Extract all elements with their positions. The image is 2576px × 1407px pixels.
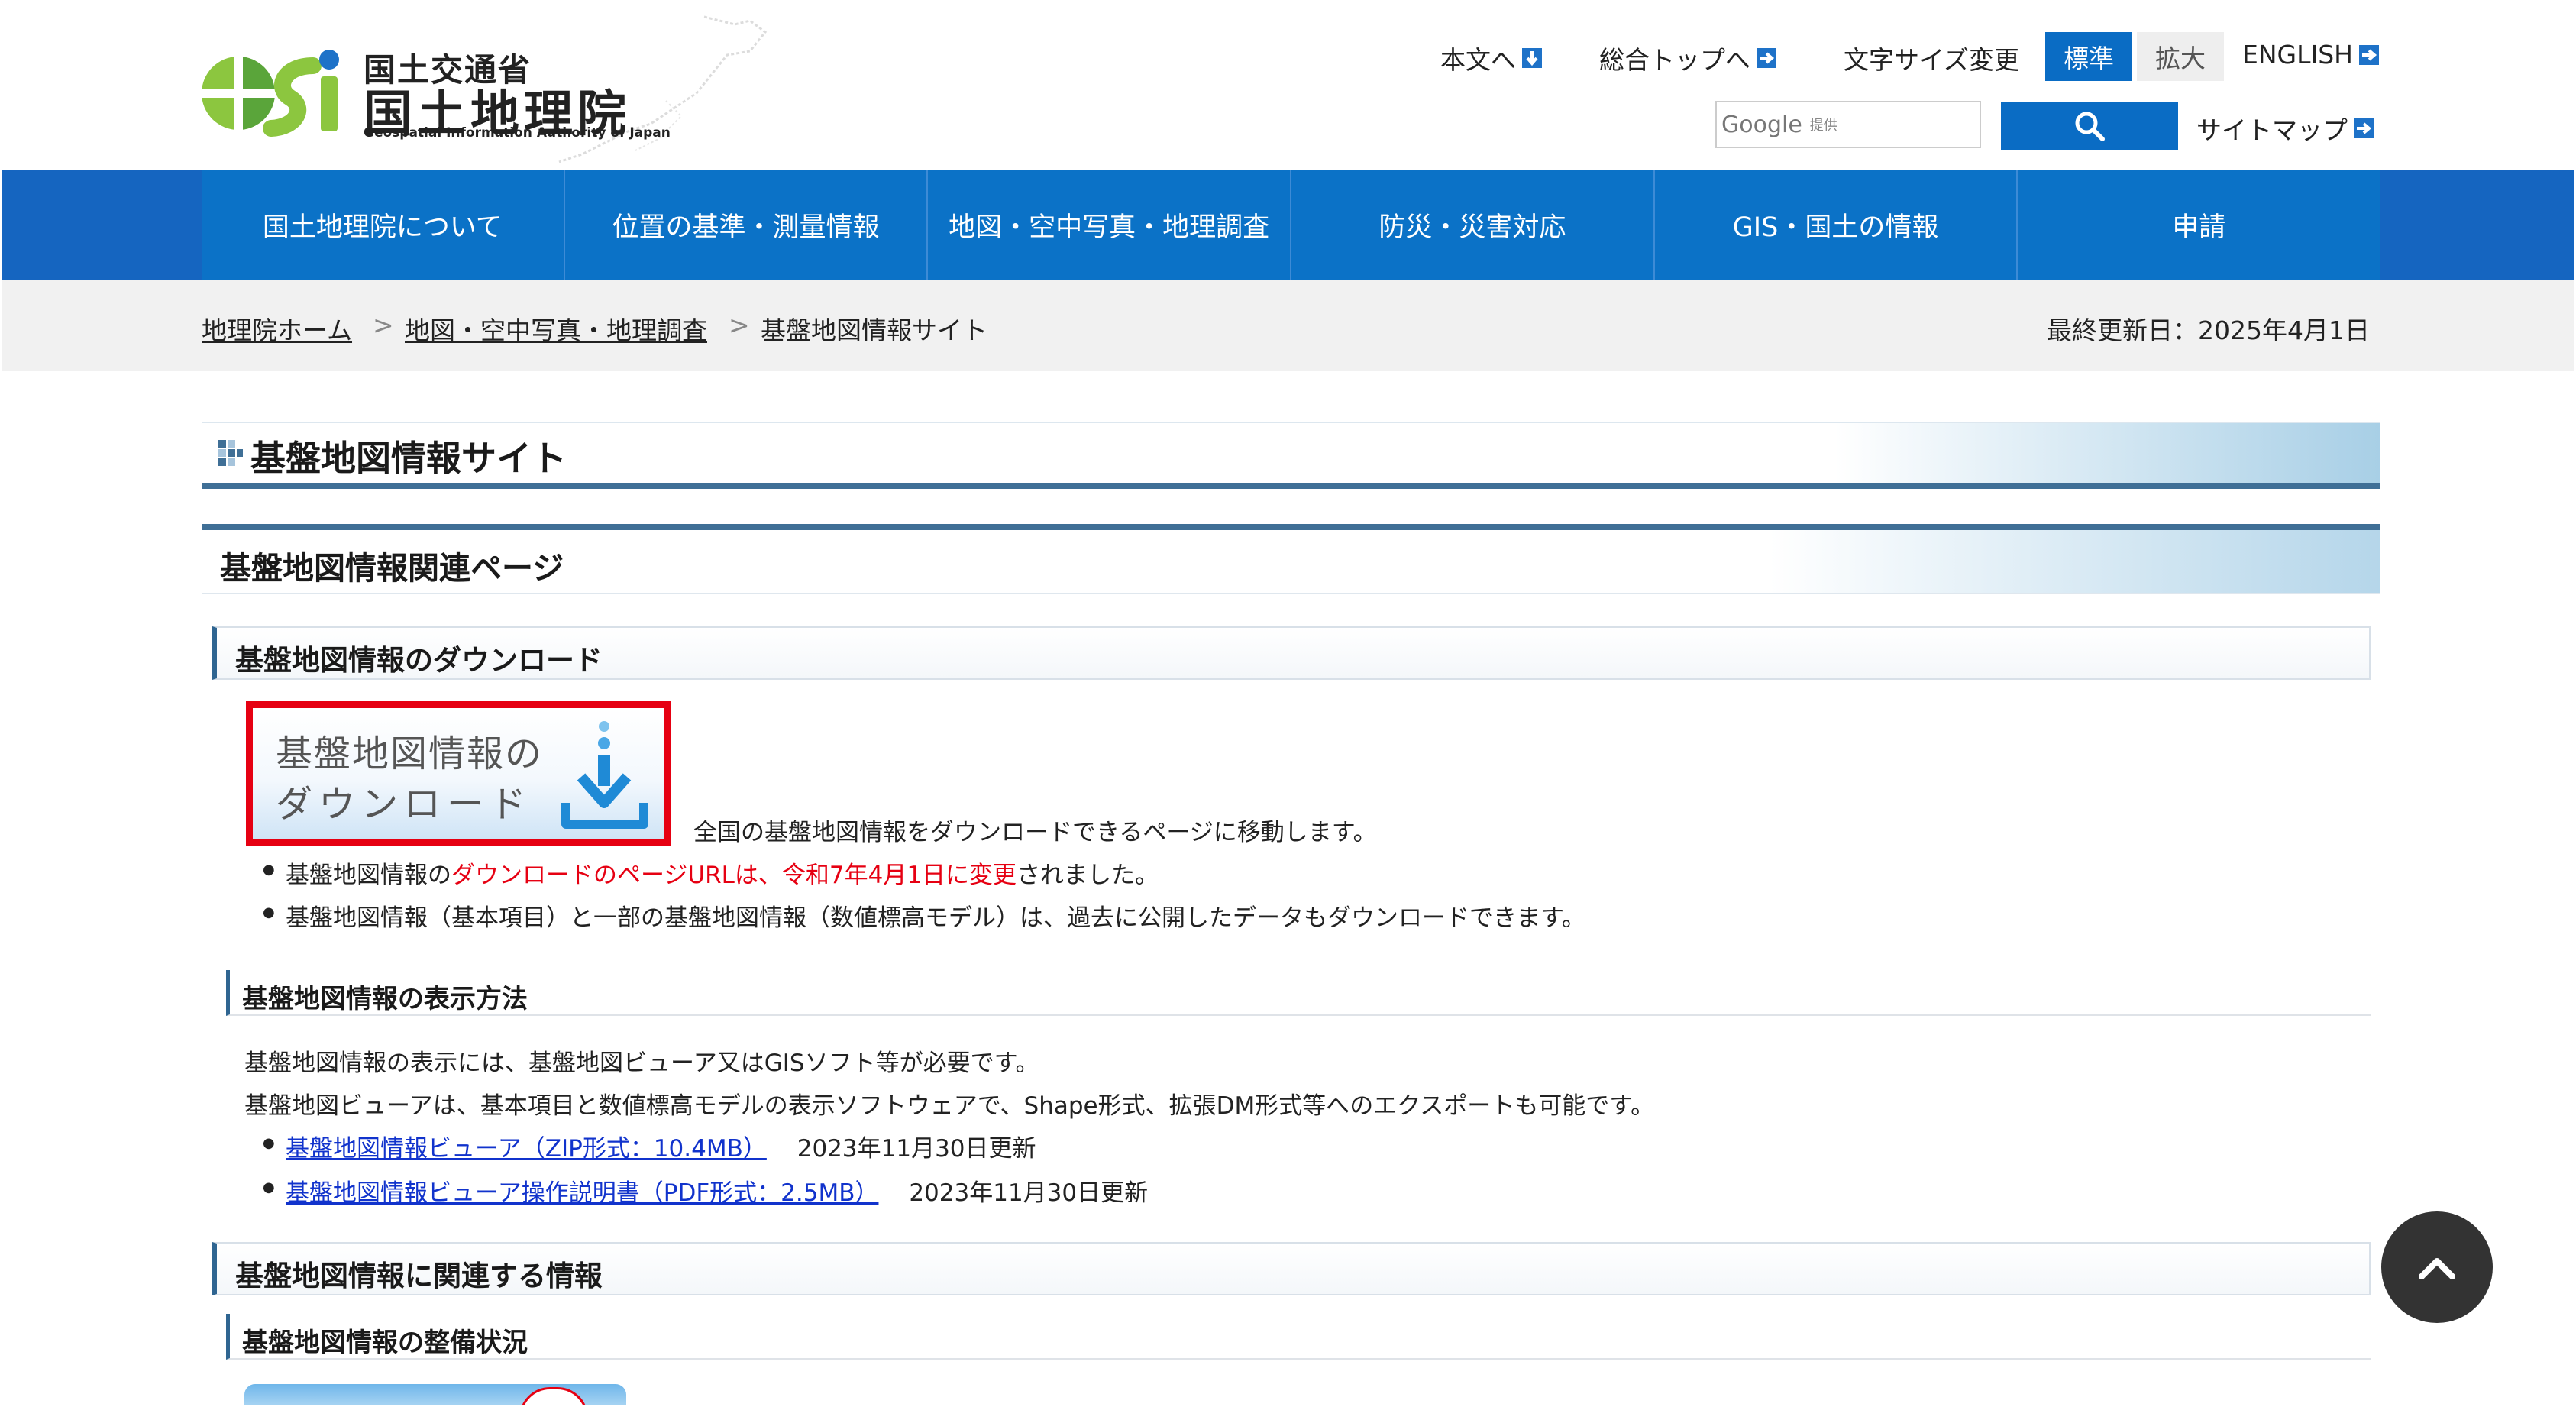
notice-highlight: ダウンロードのページURLは、令和7年4月1日に変更 <box>451 862 1017 889</box>
manual-download-link[interactable]: 基盤地図情報ビューア操作説明書（PDF形式：2.5MB） <box>286 1179 878 1207</box>
last-updated-text: 最終更新日：2025年4月1日 <box>2047 315 2370 345</box>
general-top-link[interactable]: 総合トップへ <box>1599 40 1776 76</box>
arrow-right-icon <box>2359 44 2379 65</box>
sitemap-label: サイトマップ <box>2196 115 2348 145</box>
arrow-right-icon <box>1757 48 1776 68</box>
breadcrumb-current: 基盤地図情報サイト <box>761 315 987 345</box>
breadcrumb-separator: > <box>729 310 750 340</box>
double-chevron-icon <box>218 440 243 466</box>
text-size-large-button[interactable]: 拡大 <box>2137 32 2224 81</box>
chevron-up-icon <box>2419 1258 2455 1279</box>
download-heading-box: 基盤地図情報のダウンロード <box>212 626 2371 680</box>
breadcrumb-parent-link[interactable]: 地図・空中写真・地理調査 <box>405 310 707 347</box>
section-heading-related: 基盤地図情報関連ページ <box>220 550 564 587</box>
arrow-down-icon <box>1522 48 1542 68</box>
global-nav: 国土地理院について 位置の基準・測量情報 地図・空中写真・地理調査 防災・災害対… <box>2 170 2574 280</box>
page-title-rule <box>202 483 2380 489</box>
skip-to-content-label: 本文へ <box>1440 45 1516 75</box>
breadcrumb: 地理院ホーム > 地図・空中写真・地理調査 > 基盤地図情報サイト 最終更新日：… <box>2 280 2574 371</box>
status-heading: 基盤地図情報の整備状況 <box>242 1328 528 1358</box>
sitemap-link[interactable]: サイトマップ <box>2196 110 2374 147</box>
english-link[interactable]: ENGLISH <box>2242 40 2379 70</box>
skip-to-content-link[interactable]: 本文へ <box>1440 40 1542 76</box>
section-heading-rule <box>202 524 2380 530</box>
text-size-standard-button[interactable]: 標準 <box>2045 32 2132 81</box>
logo-english-text: Geospatial Information Authority of Japa… <box>364 125 671 141</box>
viewer-update-date: 2023年11月30日更新 <box>797 1135 1036 1163</box>
download-arrow-icon <box>561 721 648 829</box>
nav-item-about[interactable]: 国土地理院について <box>202 170 565 280</box>
list-item: 基盤地図情報ビューア操作説明書（PDF形式：2.5MB） 2023年11月30日… <box>263 1173 1149 1208</box>
nav-item-survey[interactable]: 位置の基準・測量情報 <box>565 170 929 280</box>
google-brand-text: Google <box>1721 111 1802 138</box>
text-size-label: 文字サイズ変更 <box>1844 45 2020 75</box>
gsi-logo-icon[interactable] <box>199 43 344 139</box>
banner-caption: 全国の基盤地図情報をダウンロードできるページに移動します。 <box>693 819 1377 846</box>
browser-page: 国土交通省 国土地理院 Geospatial Information Autho… <box>2 3 2574 1405</box>
google-provided-text: 提供 <box>1809 118 1837 134</box>
related-info-heading: 基盤地図情報に関連する情報 <box>235 1260 603 1292</box>
download-heading: 基盤地図情報のダウンロード <box>235 644 603 677</box>
list-item: 基盤地図情報ビューア（ZIP形式：10.4MB） 2023年11月30日更新 <box>263 1129 1036 1163</box>
breadcrumb-separator: > <box>373 310 394 340</box>
search-button[interactable] <box>2001 102 2178 150</box>
manual-update-date: 2023年11月30日更新 <box>909 1179 1149 1207</box>
page-top-button[interactable] <box>2381 1211 2493 1323</box>
notice-past-data: 基盤地図情報（基本項目）と一部の基盤地図情報（数値標高モデル）は、過去に公開した… <box>263 898 1585 933</box>
notice-suffix: されました。 <box>1017 862 1159 889</box>
display-paragraph-1: 基盤地図情報の表示には、基盤地図ビューア又はGISソフト等が必要です。 <box>244 1050 1039 1077</box>
global-nav-inner: 国土地理院について 位置の基準・測量情報 地図・空中写真・地理調査 防災・災害対… <box>202 170 2380 280</box>
nav-item-maps[interactable]: 地図・空中写真・地理調査 <box>928 170 1292 280</box>
english-label: ENGLISH <box>2242 40 2353 70</box>
search-input[interactable]: Google 提供 <box>1715 101 1981 148</box>
download-banner-line2: ダウンロード <box>276 783 533 826</box>
general-top-label: 総合トップへ <box>1599 45 1750 75</box>
status-heading-box: 基盤地図情報の整備状況 <box>226 1314 2371 1360</box>
download-banner-line1: 基盤地図情報の <box>276 733 544 775</box>
page-title: 基盤地図情報サイト <box>250 438 567 479</box>
display-heading: 基盤地図情報の表示方法 <box>242 984 528 1014</box>
search-icon <box>2075 112 2105 141</box>
arrow-right-icon <box>2354 118 2374 138</box>
viewer-download-link[interactable]: 基盤地図情報ビューア（ZIP形式：10.4MB） <box>286 1135 767 1163</box>
display-paragraph-2: 基盤地図ビューアは、基本項目と数値標高モデルの表示ソフトウェアで、Shape形式… <box>244 1092 1655 1120</box>
notice-prefix: 基盤地図情報の <box>286 862 451 889</box>
related-info-heading-box: 基盤地図情報に関連する情報 <box>212 1242 2371 1295</box>
download-banner-button[interactable]: 基盤地図情報の ダウンロード <box>246 701 671 846</box>
nav-item-disaster[interactable]: 防災・災害対応 <box>1291 170 1655 280</box>
display-heading-box: 基盤地図情報の表示方法 <box>226 970 2371 1016</box>
notice-url-change: 基盤地図情報のダウンロードのページURLは、令和7年4月1日に変更されました。 <box>263 856 1159 890</box>
breadcrumb-home-link[interactable]: 地理院ホーム <box>202 310 352 347</box>
nav-item-gis[interactable]: GIS・国土の情報 <box>1655 170 2018 280</box>
nav-item-application[interactable]: 申請 <box>2018 170 2380 280</box>
